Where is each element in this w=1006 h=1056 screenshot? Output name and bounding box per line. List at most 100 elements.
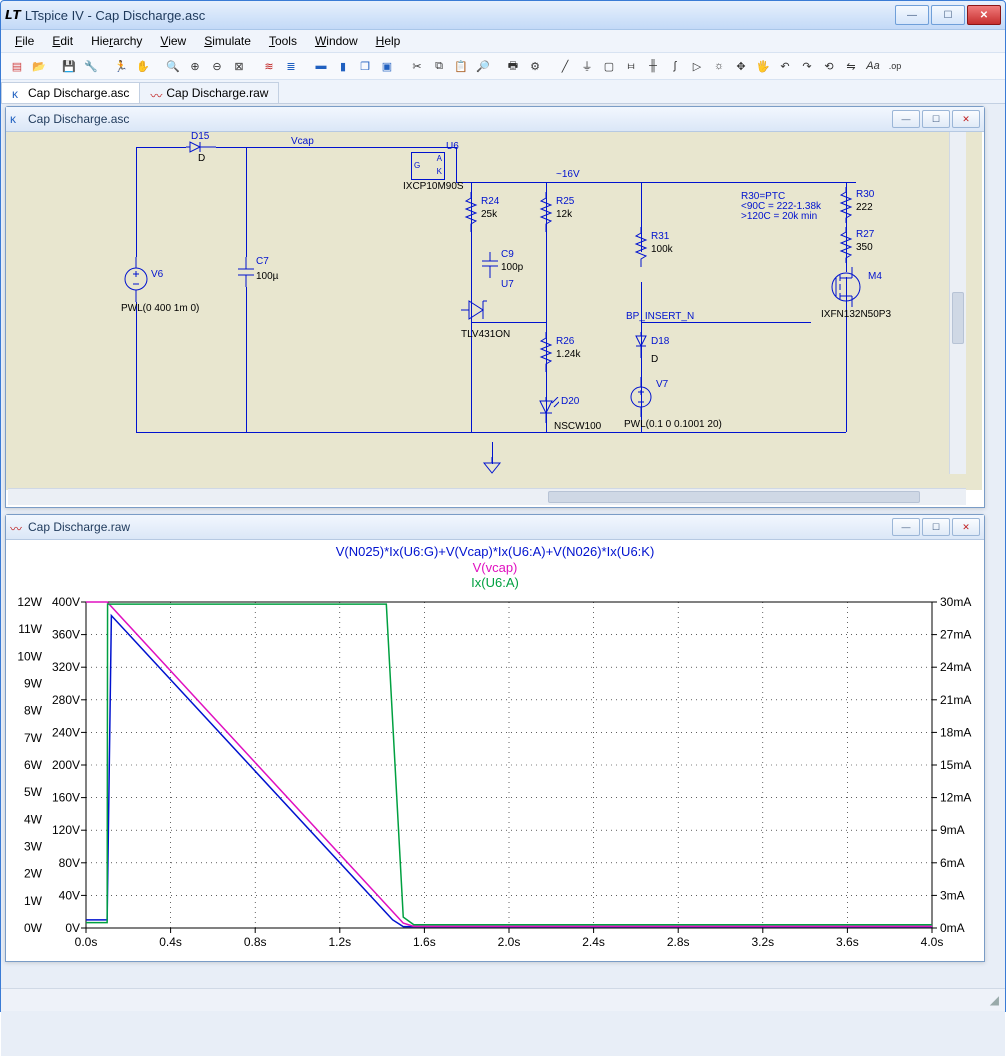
copy-icon[interactable]: ⧉ (429, 56, 449, 76)
menu-edit[interactable]: Edit (44, 32, 81, 50)
ground-icon[interactable]: ⏚ (577, 56, 597, 76)
comp-V7-value[interactable]: PWL(0.1 0 0.1001 20) (624, 420, 722, 430)
child-minimize-button[interactable]: — (892, 518, 920, 536)
comp-R30-name[interactable]: R30 (856, 190, 874, 200)
ground-symbol[interactable] (482, 457, 502, 475)
tile-horz-icon[interactable]: ▬ (311, 56, 331, 76)
comp-V6-value[interactable]: PWL(0 400 1m 0) (121, 304, 199, 314)
resistor-symbol[interactable] (839, 187, 853, 223)
rotate-icon[interactable]: ⟲ (819, 56, 839, 76)
comp-V7-name[interactable]: V7 (656, 380, 668, 390)
spice-directive-icon[interactable]: .op (885, 56, 905, 76)
label-net-icon[interactable]: ▢ (599, 56, 619, 76)
menubar[interactable]: File Edit Hierarchy View Simulate Tools … (1, 30, 1005, 53)
zoom-in-icon[interactable]: 🔍 (163, 56, 183, 76)
schematic-vscroll[interactable] (949, 132, 966, 474)
menu-help[interactable]: Help (368, 32, 409, 50)
tlv-symbol[interactable] (461, 297, 495, 327)
paste-icon[interactable]: 📋 (451, 56, 471, 76)
plot-canvas[interactable]: V(N025)*Ix(U6:G)+V(Vcap)*Ix(U6:A)+V(N026… (6, 540, 984, 960)
waveform-titlebar[interactable]: 〰 Cap Discharge.raw — ☐ ✕ (6, 515, 984, 540)
comp-U6-name[interactable]: U6 (446, 142, 459, 152)
child-close-button[interactable]: ✕ (952, 518, 980, 536)
comp-C9-value[interactable]: 100p (501, 263, 523, 273)
net-bpins[interactable]: BP_INSERT_N (626, 312, 694, 322)
control-panel-icon[interactable]: 🔧 (81, 56, 101, 76)
schematic-hscroll[interactable] (8, 488, 966, 505)
child-maximize-button[interactable]: ☐ (922, 518, 950, 536)
comp-R27-name[interactable]: R27 (856, 230, 874, 240)
minimize-button[interactable]: — (895, 5, 929, 25)
comp-M4-model[interactable]: IXFN132N50P3 (821, 310, 891, 320)
comp-D18-model[interactable]: D (651, 355, 658, 365)
comp-V6-name[interactable]: V6 (151, 270, 163, 280)
find-icon[interactable]: 🔎 (473, 56, 493, 76)
drag-icon[interactable]: 🖐 (753, 56, 773, 76)
draw-wire-icon[interactable]: ╱ (555, 56, 575, 76)
menu-view[interactable]: View (152, 32, 194, 50)
cascade-icon[interactable]: ❐ (355, 56, 375, 76)
comp-R25-value[interactable]: 12k (556, 210, 572, 220)
inductor-icon[interactable]: ʃ (665, 56, 685, 76)
resistor-symbol[interactable] (539, 332, 553, 372)
move-icon[interactable]: ✥ (731, 56, 751, 76)
pan-icon[interactable]: ⊕ (185, 56, 205, 76)
close-all-icon[interactable]: ▣ (377, 56, 397, 76)
comp-M4-name[interactable]: M4 (868, 272, 882, 282)
capacitor-symbol[interactable] (482, 252, 498, 278)
resistor-icon[interactable]: ⧦ (621, 56, 641, 76)
cut-icon[interactable]: ✂ (407, 56, 427, 76)
text-icon[interactable]: Aa (863, 56, 883, 76)
comp-U6-symbol[interactable]: G A K (411, 152, 445, 180)
save-icon[interactable]: 💾 (59, 56, 79, 76)
capacitor-symbol[interactable] (238, 257, 254, 287)
close-button[interactable]: ✕ (967, 5, 1001, 25)
led-symbol[interactable] (533, 397, 559, 423)
comp-R25-name[interactable]: R25 (556, 197, 574, 207)
resistor-symbol[interactable] (839, 227, 853, 263)
resistor-symbol[interactable] (634, 227, 648, 267)
comp-D20-model[interactable]: NSCW100 (554, 422, 601, 432)
tile-vert-icon[interactable]: ▮ (333, 56, 353, 76)
comp-D15-model[interactable]: D (198, 154, 205, 164)
comp-D18-name[interactable]: D18 (651, 337, 669, 347)
menu-window[interactable]: Window (307, 32, 366, 50)
comp-C9-name[interactable]: C9 (501, 250, 514, 260)
menu-tools[interactable]: Tools (261, 32, 305, 50)
child-maximize-button[interactable]: ☐ (922, 110, 950, 128)
trace1-label[interactable]: V(N025)*Ix(U6:G)+V(Vcap)*Ix(U6:A)+V(N026… (6, 544, 984, 560)
titlebar[interactable]: 𝙇𝙏 LTspice IV - Cap Discharge.asc — ☐ ✕ (1, 1, 1005, 30)
diode-icon[interactable]: ▷ (687, 56, 707, 76)
menu-simulate[interactable]: Simulate (196, 32, 259, 50)
child-minimize-button[interactable]: — (892, 110, 920, 128)
comp-R24-name[interactable]: R24 (481, 197, 499, 207)
voltage-source-symbol[interactable] (629, 377, 653, 417)
menu-hierarchy[interactable]: Hierarchy (83, 32, 150, 50)
comp-R31-value[interactable]: 100k (651, 245, 673, 255)
maximize-button[interactable]: ☐ (931, 5, 965, 25)
comp-R31-name[interactable]: R31 (651, 232, 669, 242)
menu-file[interactable]: File (7, 32, 42, 50)
mirror-icon[interactable]: ⇋ (841, 56, 861, 76)
run-icon[interactable]: 🏃 (111, 56, 131, 76)
diode-symbol[interactable] (186, 140, 216, 154)
mosfet-symbol[interactable] (826, 267, 866, 307)
comp-C7-value[interactable]: 100µ (256, 272, 278, 282)
voltage-source-symbol[interactable] (124, 257, 148, 302)
autorange-icon[interactable]: ≋ (259, 56, 279, 76)
tab-waveform[interactable]: 〰 Cap Discharge.raw (139, 82, 279, 103)
schematic-window[interactable]: ᴋ Cap Discharge.asc — ☐ ✕ (5, 106, 985, 508)
new-schematic-icon[interactable]: ▤ (7, 56, 27, 76)
plot-settings-icon[interactable]: ≣ (281, 56, 301, 76)
halt-icon[interactable]: ✋ (133, 56, 153, 76)
trace3-label[interactable]: Ix(U6:A) (6, 575, 984, 591)
comp-R26-value[interactable]: 1.24k (556, 350, 580, 360)
resize-grip-icon[interactable]: ◢ (990, 993, 999, 1007)
comp-R24-value[interactable]: 25k (481, 210, 497, 220)
resistor-symbol[interactable] (464, 192, 478, 232)
trace2-label[interactable]: V(vcap) (6, 560, 984, 576)
open-icon[interactable]: 📂 (29, 56, 49, 76)
waveform-window[interactable]: 〰 Cap Discharge.raw — ☐ ✕ V(N025)*Ix(U6:… (5, 514, 985, 962)
zoom-out-icon[interactable]: ⊖ (207, 56, 227, 76)
comp-R30-value[interactable]: 222 (856, 203, 873, 213)
